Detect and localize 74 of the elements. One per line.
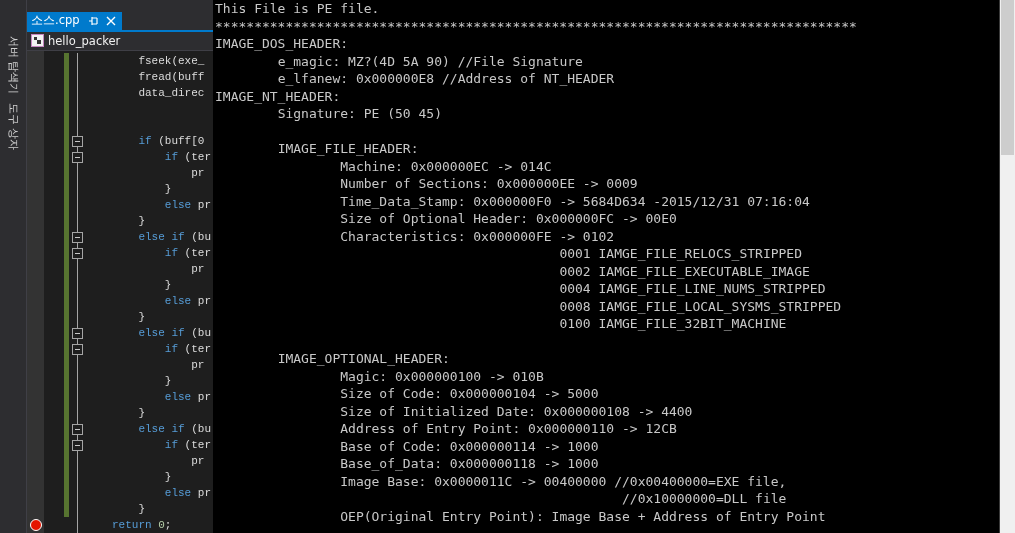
code-line: } [138, 503, 145, 515]
code-line: pr [191, 263, 205, 275]
console-text: Characteristics: 0x000000FE -> 0102 [340, 228, 615, 244]
console-text: IMAGE_FILE_HEADER: [277, 141, 419, 156]
code-line: if (ter [164, 151, 212, 163]
code-line: } [138, 407, 145, 419]
console-text: Number of Sections: 0x000000EE -> 0009 [340, 176, 638, 191]
collapse-toggle[interactable] [71, 135, 83, 147]
close-icon [105, 15, 116, 26]
console-text: Size of Initialized Date: 0x000000108 -> 4400 [340, 403, 693, 419]
code-line: else if (bu [138, 231, 212, 243]
code-line: } [164, 471, 172, 483]
collapse-toggle[interactable] [71, 423, 83, 435]
code-line: pr [191, 167, 205, 179]
console-text: 0100 IAMGE_FILE_32BIT_MACHINE [559, 316, 787, 331]
console-text: Size of Code: 0x000000104 -> 5000 [340, 386, 599, 401]
code-line: if (ter [164, 247, 212, 259]
code-line: fread(buff [138, 71, 205, 83]
console-text: This File is PE file. [215, 1, 380, 16]
code-line: else if (bu [138, 327, 212, 339]
code-line: else pr [164, 295, 212, 307]
code-line: data_direc [138, 87, 205, 99]
console-text: ********************************************************************************** [215, 18, 857, 34]
console-text: IMAGE_OPTIONAL_HEADER: [277, 351, 450, 366]
project-selector[interactable]: hello_packer [31, 33, 121, 48]
console-text: Base of Code: 0x000000114 -> 1000 [340, 438, 599, 454]
side-tab[interactable]: 도구 상자 [6, 102, 20, 150]
console-text: Address of Entry Point: 0x000000110 -> 12CB [340, 421, 677, 436]
console-text: Magic: 0x000000100 -> 010B [340, 368, 544, 384]
collapse-toggle[interactable] [71, 231, 83, 243]
code-line: if (ter [164, 439, 212, 451]
code-line: } [164, 183, 172, 195]
code-line: else pr [164, 199, 212, 211]
console-text: Signature: PE (50 45) [277, 106, 442, 121]
code-line: pr [191, 455, 205, 467]
scrollbar[interactable] [1000, 0, 1015, 533]
project-icon [31, 34, 44, 48]
console-text: Time_Data_Stamp: 0x000000F0 -> 5684D634 -2015/12/31 07:16:04 [340, 193, 810, 209]
collapse-toggle[interactable] [71, 343, 83, 355]
pin-icon [87, 15, 98, 26]
breakpoint-icon[interactable] [29, 519, 42, 531]
code-line: if (ter [164, 343, 212, 355]
console-text: OEP(Original Entry Point): Image Base + Address of Entry Point [340, 508, 826, 524]
collapse-toggle[interactable] [71, 327, 83, 339]
code-line: } [138, 215, 145, 227]
collapse-toggle[interactable] [71, 151, 83, 163]
console-text: Image Base: 0x0000011C -> 00400000 //0x00400000=EXE file, [340, 473, 787, 489]
console-text: 0004 IAMGE_FILE_LINE_NUMS_STRIPPED [559, 281, 826, 296]
side-tab[interactable]: 서버 탐색기 [6, 36, 20, 95]
code-line: } [138, 311, 145, 323]
code-line: else if (bu [138, 423, 212, 435]
code-line: fseek(exe_ [138, 55, 205, 67]
document-tab[interactable]: 소스.cpp [27, 11, 122, 30]
console-text: Size of Optional Header: 0x000000FC -> 00E0 [340, 211, 677, 226]
collapse-toggle[interactable] [71, 439, 83, 451]
console-text: e_lfanew: 0x000000E8 //Address of NT_HEADER [277, 71, 615, 86]
code-line: if (buff[0 [138, 135, 205, 147]
scroll-thumb[interactable] [1001, 0, 1014, 155]
collapse-toggle[interactable] [71, 247, 83, 259]
code-line: } [164, 279, 172, 291]
code-line: } [164, 375, 172, 387]
console-text: 0008 IAMGE_FILE_LOCAL_SYSMS_STRIPPED [559, 298, 842, 314]
code-line: pr [191, 359, 205, 371]
console-text: 0002 IAMGE_FILE_EXECUTABLE_IMAGE [559, 263, 810, 279]
console-text: Machine: 0x000000EC -> 014C [340, 158, 552, 174]
console-text: IMAGE_DOS_HEADER: [215, 36, 349, 51]
code-line: return 0; [112, 519, 172, 531]
code-line: else pr [164, 487, 212, 499]
console-text: //0x10000000=DLL file [622, 491, 787, 506]
console-text: e_magic: MZ?(4D 5A 90) //File Signature [277, 53, 583, 69]
console-text: IMAGE_NT_HEADER: [215, 88, 341, 104]
console-text: 0001 IAMGE_FILE_RELOCS_STRIPPED [559, 246, 803, 261]
console-text: Base_of_Data: 0x000000118 -> 1000 [340, 456, 599, 471]
code-line: else pr [164, 391, 212, 403]
